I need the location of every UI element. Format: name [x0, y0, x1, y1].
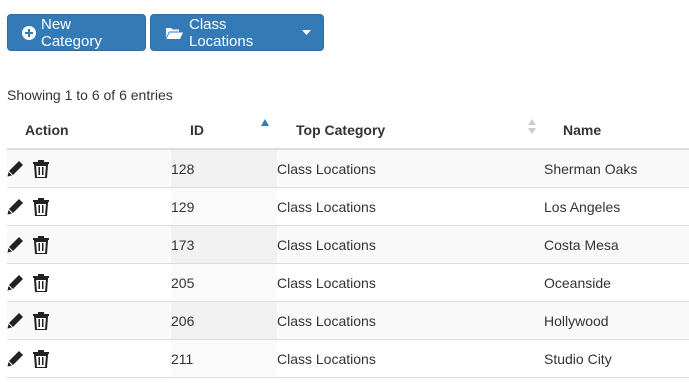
- pencil-icon[interactable]: [7, 274, 24, 291]
- pencil-icon[interactable]: [7, 236, 24, 253]
- trash-icon[interactable]: [33, 197, 49, 216]
- cell-name: Oceanside: [544, 263, 689, 302]
- plus-circle-icon: [22, 25, 36, 40]
- new-category-button[interactable]: New Category: [7, 14, 146, 51]
- trash-icon[interactable]: [33, 349, 49, 368]
- toolbar: New Category Class Locations: [7, 14, 324, 51]
- row-actions: [7, 225, 171, 264]
- cell-id: 206: [171, 301, 277, 340]
- table-header-row: Action ID Top Category Name: [7, 111, 689, 150]
- pencil-icon[interactable]: [7, 350, 24, 367]
- folder-open-icon: [165, 26, 184, 40]
- table-row: 129 Class Locations Los Angeles: [7, 187, 689, 226]
- header-name-label: Name: [563, 121, 602, 138]
- header-name[interactable]: Name: [544, 111, 689, 150]
- header-action: Action: [7, 111, 171, 150]
- cell-id: 128: [171, 148, 277, 188]
- header-top-category-label: Top Category: [296, 121, 386, 138]
- cell-id: 205: [171, 263, 277, 302]
- table-row: 206 Class Locations Hollywood: [7, 301, 689, 340]
- table-row: 211 Class Locations Studio City: [7, 339, 689, 378]
- cell-top-category: Class Locations: [277, 225, 544, 264]
- table-info: Showing 1 to 6 of 6 entries: [7, 87, 173, 103]
- header-id-label: ID: [190, 121, 204, 138]
- cell-name: Sherman Oaks: [544, 148, 689, 188]
- trash-icon[interactable]: [33, 273, 49, 292]
- pencil-icon[interactable]: [7, 198, 24, 215]
- sort-ascending-icon: [261, 119, 269, 126]
- trash-icon[interactable]: [33, 235, 49, 254]
- categories-table: Action ID Top Category Name 128 Class Lo…: [7, 111, 689, 378]
- new-category-label: New Category: [41, 15, 102, 50]
- cell-top-category: Class Locations: [277, 301, 544, 340]
- header-id[interactable]: ID: [171, 111, 277, 150]
- sort-both-icon: [528, 119, 536, 134]
- cell-name: Los Angeles: [544, 187, 689, 226]
- trash-icon[interactable]: [33, 159, 49, 178]
- cell-id: 211: [171, 339, 277, 378]
- cell-top-category: Class Locations: [277, 263, 544, 302]
- header-top-category[interactable]: Top Category: [277, 111, 544, 150]
- table-row: 205 Class Locations Oceanside: [7, 263, 689, 302]
- pencil-icon[interactable]: [7, 312, 24, 329]
- class-locations-dropdown[interactable]: Class Locations: [150, 14, 324, 51]
- table-row: 173 Class Locations Costa Mesa: [7, 225, 689, 264]
- category-page: New Category Class Locations Showing 1 t…: [0, 0, 689, 384]
- caret-down-icon: [302, 30, 311, 35]
- cell-top-category: Class Locations: [277, 148, 544, 188]
- cell-name: Hollywood: [544, 301, 689, 340]
- cell-id: 129: [171, 187, 277, 226]
- cell-top-category: Class Locations: [277, 339, 544, 378]
- cell-top-category: Class Locations: [277, 187, 544, 226]
- trash-icon[interactable]: [33, 311, 49, 330]
- header-action-label: Action: [25, 121, 69, 138]
- cell-name: Costa Mesa: [544, 225, 689, 264]
- row-actions: [7, 301, 171, 340]
- cell-name: Studio City: [544, 339, 689, 378]
- row-actions: [7, 339, 171, 378]
- pencil-icon[interactable]: [7, 160, 24, 177]
- class-locations-label: Class Locations: [189, 15, 254, 50]
- cell-id: 173: [171, 225, 277, 264]
- row-actions: [7, 263, 171, 302]
- table-row: 128 Class Locations Sherman Oaks: [7, 148, 689, 188]
- row-actions: [7, 148, 171, 188]
- row-actions: [7, 187, 171, 226]
